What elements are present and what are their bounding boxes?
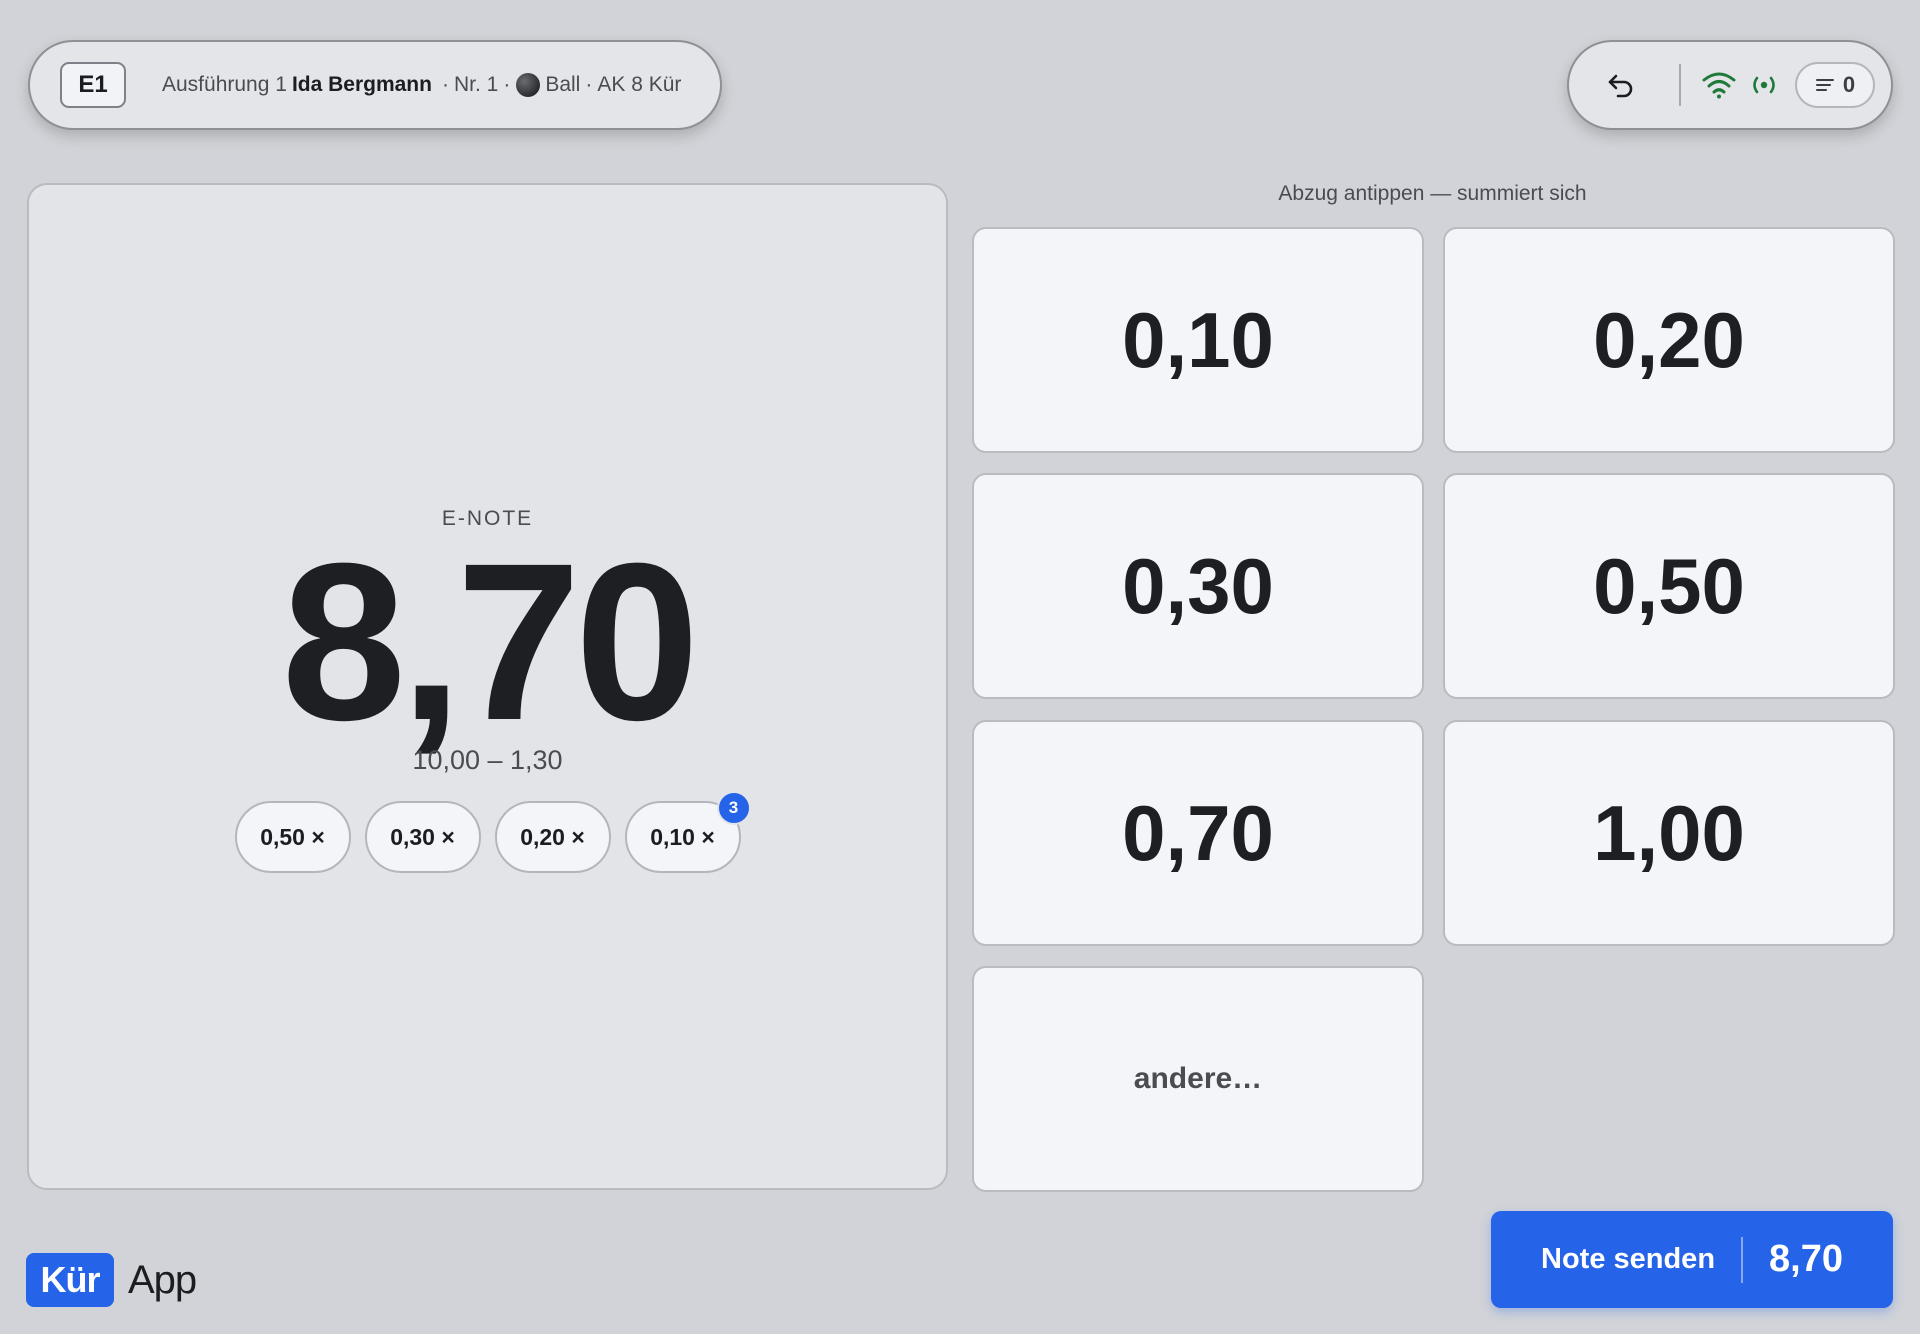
queue-count: 0	[1842, 72, 1856, 97]
live-signal-icon	[1751, 74, 1777, 96]
deduction-chip[interactable]: 0,30 ×	[364, 801, 481, 873]
chip-label: 0,10 ×	[650, 823, 715, 850]
deduction-chip[interactable]: 0,20 ×	[494, 801, 611, 873]
chip-label: 0,20 ×	[520, 823, 585, 850]
logo-text: App	[128, 1257, 197, 1302]
submit-value: 8,70	[1769, 1238, 1843, 1280]
divider	[1741, 1236, 1744, 1283]
logo-mark: Kür	[26, 1253, 114, 1307]
queue-icon	[1815, 79, 1834, 91]
undo-button[interactable]	[1591, 55, 1651, 115]
round-info-bar: E1 Ausführung 1 Ida Bergmann · Nr. 1 · B…	[28, 40, 722, 130]
queue-button[interactable]: 0	[1795, 62, 1875, 108]
separator: ·	[441, 73, 449, 96]
score-value: 8,70	[281, 517, 700, 767]
deduction-button-1-00[interactable]: 1,00	[1443, 720, 1895, 946]
deduction-button-0-50[interactable]: 0,50	[1443, 473, 1895, 699]
keypad-hint: Abzug antippen — summiert sich	[1278, 182, 1587, 205]
run-label: Ausführung 1	[162, 73, 287, 96]
submit-score-button[interactable]: Note senden 8,70	[1491, 1211, 1893, 1308]
ball-icon	[516, 73, 541, 97]
chip-label: 0,30 ×	[390, 823, 455, 850]
separator: ·	[585, 73, 593, 96]
athlete-name: Ida Bergmann	[291, 73, 432, 96]
score-formula: 10,00 – 1,30	[412, 745, 563, 775]
deduction-button-0-70[interactable]: 0,70	[972, 720, 1424, 946]
deduction-chip[interactable]: 0,10 × 3	[624, 791, 751, 873]
apparatus-label: Ball	[545, 73, 581, 96]
app-logo: Kür App	[26, 1253, 197, 1307]
count-badge: 3	[716, 791, 751, 825]
undo-icon	[1608, 74, 1633, 98]
chip-label: 0,50 ×	[260, 823, 325, 850]
divider	[1679, 64, 1681, 106]
separator: ·	[503, 73, 511, 96]
status-bar: 0	[1567, 40, 1893, 130]
performance-meta: Ausführung 1 Ida Bergmann · Nr. 1 · Ball…	[162, 73, 681, 97]
wifi-icon	[1701, 70, 1737, 100]
deduction-button-0-10[interactable]: 0,10	[972, 227, 1424, 453]
start-number: Nr. 1	[453, 73, 499, 96]
deduction-chip[interactable]: 0,50 ×	[234, 801, 351, 873]
score-panel: E-NOTE 8,70 10,00 – 1,30 0,50 × 0,30 × 0…	[27, 183, 948, 1190]
category-label: AK 8 Kür	[597, 73, 682, 96]
applied-deductions: 0,50 × 0,30 × 0,20 × 0,10 × 3	[29, 791, 946, 873]
deduction-button-0-20[interactable]: 0,20	[1443, 227, 1895, 453]
submit-label: Note senden	[1541, 1243, 1716, 1275]
judge-badge: E1	[60, 62, 126, 108]
deduction-button-0-30[interactable]: 0,30	[972, 473, 1424, 699]
other-deduction-button[interactable]: andere…	[972, 966, 1424, 1192]
